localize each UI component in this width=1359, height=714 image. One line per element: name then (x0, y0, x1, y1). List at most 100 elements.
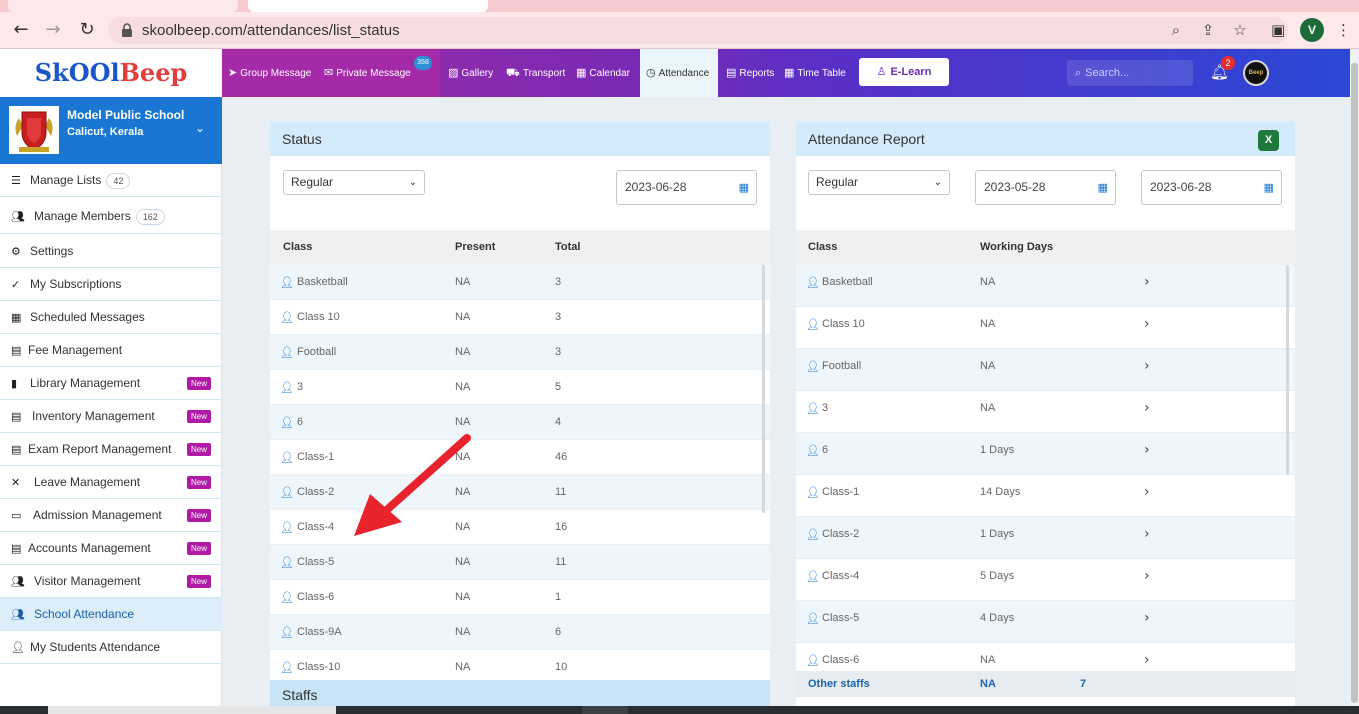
profile-avatar[interactable]: V (1300, 18, 1324, 42)
table-row[interactable]: 👤︎ Class-5 4 Days › (796, 601, 1295, 643)
table-row[interactable]: 👤︎ Class-10 NA 10 (270, 650, 770, 680)
chevron-right-icon[interactable]: › (1144, 265, 1150, 300)
sidebar-item-inventory-management[interactable]: ▤ Inventory Management New (0, 400, 222, 433)
file-icon: ▤ (11, 443, 22, 456)
class-cell: Class-1 (822, 486, 860, 498)
sidebar-item-my-students-attendance[interactable]: 👤︎ My Students Attendance (0, 631, 222, 664)
chevron-right-icon[interactable]: › (1144, 391, 1150, 426)
table-row[interactable]: 👤︎ 3 NA › (796, 391, 1295, 433)
excel-export-icon[interactable]: X (1258, 130, 1279, 151)
class-cell: Class-2 (822, 528, 860, 540)
report-date-to-input[interactable]: 2023-06-28 ▦ (1141, 170, 1282, 205)
sidebar-item-settings[interactable]: ⚙ Settings (0, 235, 222, 268)
nav-attendance[interactable]: ◷ Attendance (640, 49, 718, 97)
sidebar-item-fee-management[interactable]: ▤ Fee Management (0, 334, 222, 367)
sidepanel-icon[interactable]: ▣ (1271, 21, 1285, 39)
search-input[interactable]: ⌕ Search... (1067, 60, 1193, 86)
nav-calendar[interactable]: ▦ Calendar (570, 49, 638, 97)
working-days-cell: 4 Days (980, 612, 1015, 624)
sidebar-item-admission-management[interactable]: ▭ Admission Management New (0, 499, 222, 532)
user-icon: 👤︎ (280, 661, 294, 674)
calendar-icon: ▦ (576, 66, 587, 79)
browser-toolbar: ← → ↻ skoolbeep.com/attendances/list_sta… (0, 12, 1359, 49)
zoom-icon[interactable]: ⌕ (1166, 21, 1186, 41)
table-row[interactable]: 👤︎ Class-9A NA 6 (270, 615, 770, 650)
file-icon: ▤ (726, 66, 737, 79)
address-bar[interactable]: skoolbeep.com/attendances/list_status ⌕ … (108, 17, 1288, 44)
present-cell: NA (455, 626, 471, 638)
sidebar-item-manage-members[interactable]: 👥︎ Manage Members 162 (0, 200, 222, 234)
menu-kebab-icon[interactable]: ⋮ (1336, 21, 1351, 39)
user-icon: 👤︎ (806, 444, 820, 457)
school-selector[interactable]: Model Public School Calicut, Kerala ⌄ (0, 97, 222, 164)
sidebar-item-leave-management[interactable]: ✕ Leave Management New (0, 466, 222, 499)
url-text[interactable]: skoolbeep.com/attendances/list_status (142, 22, 400, 39)
table-row[interactable]: 👤︎ Class 10 NA › (796, 307, 1295, 349)
skoolbeep-logo[interactable]: SkOOlBeep (0, 49, 222, 97)
user-icon: 👤︎ (806, 276, 820, 289)
user-avatar[interactable]: Beep (1243, 60, 1269, 86)
sidebar-item-school-attendance[interactable]: 👥︎ School Attendance (0, 598, 222, 631)
sidebar-item-manage-lists[interactable]: ☰ Manage Lists 42 (0, 164, 222, 197)
nav-group-message[interactable]: ➤ Group Message (222, 49, 320, 97)
table-row[interactable]: 👤︎ Class-2 1 Days › (796, 517, 1295, 559)
browser-tab[interactable] (8, 0, 238, 12)
status-type-select[interactable]: Regular ⌄ (283, 170, 425, 195)
nav-gallery[interactable]: ▨ Gallery (442, 49, 498, 97)
annotation-arrow (354, 434, 471, 536)
elearn-button[interactable]: ♙ E-Learn (859, 58, 949, 86)
nav-time-table[interactable]: ▦ Time Table (780, 49, 854, 97)
total-cell: 3 (555, 276, 562, 288)
table-row[interactable]: 👤︎ 3 NA 5 (270, 370, 770, 405)
table-row[interactable]: 👤︎ Basketball NA 3 (270, 265, 770, 300)
table-row[interactable]: 👤︎ Class-4 5 Days › (796, 559, 1295, 601)
other-staffs-row[interactable]: Other staffs NA 7 (796, 671, 1295, 697)
sidebar-item-accounts-management[interactable]: ▤ Accounts Management New (0, 532, 222, 565)
nav-reports[interactable]: ▤ Reports (720, 49, 776, 97)
browser-tab-active[interactable] (248, 0, 488, 12)
nav-transport[interactable]: ⛟ Transport (500, 49, 568, 97)
reload-icon[interactable]: ↻ (76, 19, 98, 41)
report-date-from-input[interactable]: 2023-05-28 ▦ (975, 170, 1116, 205)
report-type-select[interactable]: Regular ⌄ (808, 170, 950, 195)
check-icon: ✓ (11, 278, 21, 291)
table-row[interactable]: 👤︎ Football NA 3 (270, 335, 770, 370)
status-date-input[interactable]: 2023-06-28 ▦ (616, 170, 757, 205)
chevron-right-icon[interactable]: › (1144, 559, 1150, 594)
table-row[interactable]: 👤︎ Class-1 14 Days › (796, 475, 1295, 517)
chevron-right-icon[interactable]: › (1144, 517, 1150, 552)
status-scrollbar[interactable] (762, 265, 765, 513)
sidebar-item-library-management[interactable]: ▮ Library Management New (0, 367, 222, 400)
table-row[interactable]: 👤︎ Class-6 NA 1 (270, 580, 770, 615)
sidebar-item-exam-report-management[interactable]: ▤ Exam Report Management New (0, 433, 222, 466)
sidebar-item-visitor-management[interactable]: 👥︎ Visitor Management New (0, 565, 222, 598)
column-header-class: Class (808, 241, 838, 253)
sidebar-item-scheduled-messages[interactable]: ▦ Scheduled Messages (0, 301, 222, 334)
user-icon: 👤︎ (806, 486, 820, 499)
table-row[interactable]: 👤︎ Football NA › (796, 349, 1295, 391)
chevron-down-icon[interactable]: ⌄ (195, 121, 205, 135)
table-row[interactable]: 👤︎ 6 1 Days › (796, 433, 1295, 475)
present-cell: NA (455, 346, 471, 358)
chevron-right-icon[interactable]: › (1144, 349, 1150, 384)
table-row[interactable]: 👤︎ Basketball NA › (796, 265, 1295, 307)
table-row[interactable]: 👤︎ Class 10 NA 3 (270, 300, 770, 335)
bookmark-star-icon[interactable]: ☆ (1230, 21, 1250, 41)
paper-plane-icon: ➤ (228, 66, 238, 79)
report-scrollbar[interactable] (1286, 265, 1289, 475)
browser-tabstrip (0, 0, 1359, 12)
forward-icon[interactable]: → (42, 19, 64, 41)
back-icon[interactable]: ← (10, 19, 32, 41)
chevron-right-icon[interactable]: › (1144, 433, 1150, 468)
page-scrollbar[interactable] (1350, 49, 1359, 706)
chevron-right-icon[interactable]: › (1144, 601, 1150, 636)
status-table-header: Class Present Total (270, 230, 770, 265)
share-icon[interactable]: ⇪ (1198, 21, 1218, 41)
working-days-cell: NA (980, 360, 996, 372)
sidebar-item-my-subscriptions[interactable]: ✓ My Subscriptions (0, 268, 222, 301)
chevron-right-icon[interactable]: › (1144, 475, 1150, 510)
chevron-right-icon[interactable]: › (1144, 307, 1150, 342)
total-cell: 1 (555, 591, 562, 603)
other-staffs-count: 7 (1080, 678, 1087, 690)
table-row[interactable]: 👤︎ Class-5 NA 11 (270, 545, 770, 580)
